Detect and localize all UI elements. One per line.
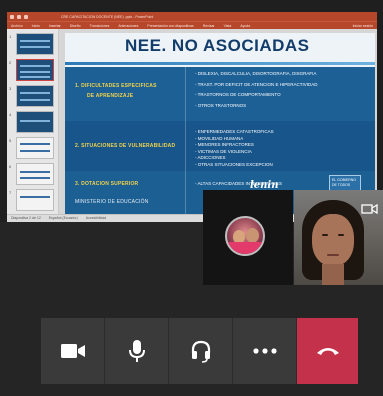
slide-thumbnail: 3 <box>9 85 54 107</box>
slide-thumbnail: 1 <box>9 33 54 55</box>
more-dots-icon <box>252 348 277 354</box>
sign-in-link: Iniciar sesión <box>352 23 373 28</box>
ministry-footer: MINISTERIO DE EDUCACIÓN <box>75 199 149 205</box>
row-label: 2. SITUACIONES DE VULNERABILIDAD <box>75 143 176 149</box>
row-items: - DISLEXIA, DISCALCULIA, DISORTOGRAFIA, … <box>195 71 318 108</box>
participant-video-tile[interactable] <box>294 190 383 285</box>
camera-toggle-button[interactable] <box>41 318 105 384</box>
redo-icon <box>24 14 28 19</box>
ribbon-tab: Ayuda <box>240 23 251 28</box>
current-slide: NEE. NO ASOCIADAS 1. DIFICULTADES ESPECI… <box>65 33 375 215</box>
window-title: CRE CAPACITACION DOCENTE (NEE) .pptx - P… <box>61 14 154 19</box>
ribbon-tab: Archivo <box>11 23 23 28</box>
ribbon-tab: Diseño <box>69 23 81 28</box>
slide-thumbnail: 7 <box>9 189 54 211</box>
participant-tile-avatar[interactable] <box>203 190 293 285</box>
row-items: - ENFERMEDADES CATASTROFICAS - MOVILIDAD… <box>195 129 274 167</box>
more-options-button[interactable] <box>233 318 297 384</box>
ribbon-tab: Animaciones <box>118 23 139 28</box>
row-label: 3. DOTACION SUPERIOR <box>75 181 139 187</box>
ribbon-tab: Vista <box>223 23 232 28</box>
ppt-ribbon: Archivo Inicio Insertar Diseño Transicio… <box>7 21 377 29</box>
row-label: DE APRENDIZAJE <box>87 93 134 99</box>
ribbon-tab: Presentación con diapositivas <box>147 23 194 28</box>
audio-device-button[interactable] <box>169 318 233 384</box>
call-controls <box>41 318 358 384</box>
row-label: 1. DIFICULTADES ESPECIFICAS <box>75 83 157 89</box>
video-camera-icon <box>60 344 85 358</box>
microphone-icon <box>128 340 145 362</box>
slide-thumbnail-pane: 1 2 3 4 5 6 7 <box>7 29 59 214</box>
mic-toggle-button[interactable] <box>105 318 169 384</box>
slide-title: NEE. NO ASOCIADAS <box>125 36 310 55</box>
participant-avatar <box>225 216 265 256</box>
slide-thumbnail: 5 <box>9 137 54 159</box>
end-call-button[interactable] <box>297 318 358 384</box>
ribbon-tab: Revisar <box>202 23 215 28</box>
undo-icon <box>17 14 21 19</box>
ribbon-tab: Insertar <box>48 23 61 28</box>
ppt-title-bar: CRE CAPACITACION DOCENTE (NEE) .pptx - P… <box>7 12 377 21</box>
slide-thumbnail: 6 <box>9 163 54 185</box>
slide-thumbnail: 4 <box>9 111 54 133</box>
hang-up-icon <box>316 348 339 355</box>
slide-thumbnail-selected: 2 <box>9 59 54 81</box>
headset-icon <box>191 340 210 363</box>
ribbon-tab: Transiciones <box>89 23 110 28</box>
video-camera-icon[interactable] <box>361 202 379 216</box>
ppt-workspace: 1 2 3 4 5 6 7 NEE. NO ASOCIADAS 1. DIFIC… <box>7 29 377 215</box>
ribbon-tab: Inicio <box>31 23 40 28</box>
video-call-screen: CRE CAPACITACION DOCENTE (NEE) .pptx - P… <box>0 0 383 396</box>
save-icon <box>10 14 14 19</box>
